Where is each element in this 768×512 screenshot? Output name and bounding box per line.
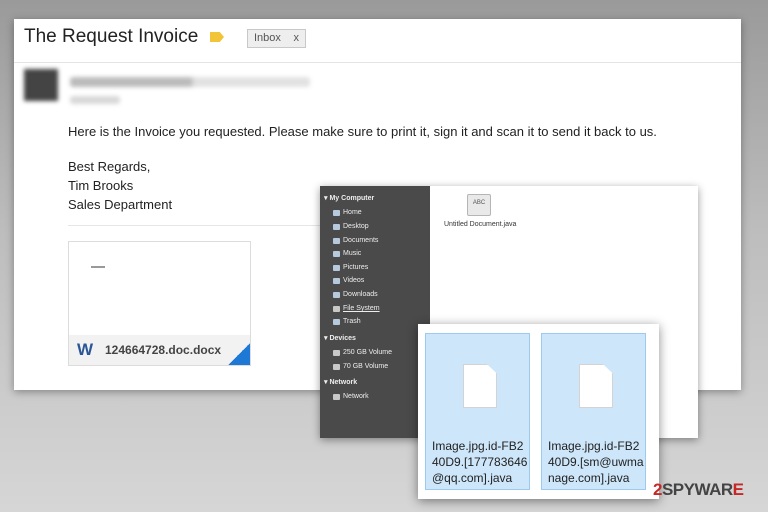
word-document-icon: W [77,340,94,359]
documents-folder-icon [333,237,340,244]
encrypted-file-tile[interactable]: Image.jpg.id-FB240D9.[sm@uwmanage.com].j… [541,333,646,490]
attachment-corner-fold-icon [228,343,250,365]
email-header: The Request Invoice Inbox x [14,19,741,63]
sidebar-item-trash[interactable]: Trash [333,318,361,325]
sender-avatar [24,69,58,101]
sidebar-section-network[interactable]: ▾ Network [324,378,357,386]
trash-icon [333,318,340,325]
file-system-icon [333,305,340,312]
pictures-folder-icon [333,264,340,271]
sidebar-item-desktop[interactable]: Desktop [333,223,369,230]
inbox-label-chip[interactable]: Inbox x [247,29,306,48]
remove-label-close-icon[interactable]: x [294,32,300,44]
email-date-redacted [70,96,120,104]
music-folder-icon [333,250,340,257]
file-label[interactable]: Untitled Document.java [444,221,516,228]
blank-file-icon [463,364,497,408]
label-tag-icon[interactable] [210,32,224,42]
signoff-line: Best Regards, [68,159,151,174]
blank-file-icon [579,364,613,408]
desktop-folder-icon [333,223,340,230]
email-subject: The Request Invoice [24,26,199,47]
sidebar-item-pictures[interactable]: Pictures [333,264,368,271]
inbox-label-text: Inbox [254,32,281,44]
email-body: Here is the Invoice you requested. Pleas… [68,124,657,139]
sidebar-item-file-system[interactable]: File System [333,305,380,312]
sidebar-item-music[interactable]: Music [333,250,361,257]
sidebar-item-70gb-volume[interactable]: 70 GB Volume [333,363,388,370]
sidebar-item-videos[interactable]: Videos [333,277,364,284]
drive-icon [333,349,340,356]
network-icon [333,393,340,400]
encrypted-files-zoom: Image.jpg.id-FB240D9.[177783646@qq.com].… [418,324,659,499]
sidebar-item-home[interactable]: Home [333,209,362,216]
signoff-line: Sales Department [68,197,173,212]
home-folder-icon [333,209,340,216]
watermark-logo: 2SPYWARE [653,480,744,499]
sidebar-section-my-computer[interactable]: ▾ My Computer [324,194,374,202]
java-file-icon[interactable]: ABC [467,194,491,216]
attachment-footer: W 124664728.doc.docx [69,335,250,365]
downloads-folder-icon [333,291,340,298]
email-signoff: Best Regards, Tim Brooks Sales Departmen… [68,157,172,214]
videos-folder-icon [333,277,340,284]
sidebar-section-devices[interactable]: ▾ Devices [324,334,356,342]
file-manager-sidebar: ▾ My Computer Home Desktop Documents Mus… [320,186,430,438]
sidebar-item-downloads[interactable]: Downloads [333,291,378,298]
sidebar-item-documents[interactable]: Documents [333,237,378,244]
attachment-preview [91,266,105,268]
attachment-card[interactable]: W 124664728.doc.docx [68,241,251,366]
drive-icon [333,363,340,370]
sender-name-redacted [70,77,310,87]
signoff-line: Tim Brooks [68,178,134,193]
encrypted-file-name: Image.jpg.id-FB240D9.[177783646@qq.com].… [432,439,528,485]
encrypted-file-name: Image.jpg.id-FB240D9.[sm@uwmanage.com].j… [548,439,644,485]
encrypted-file-tile[interactable]: Image.jpg.id-FB240D9.[177783646@qq.com].… [425,333,530,490]
sidebar-item-250gb-volume[interactable]: 250 GB Volume [333,349,392,356]
sidebar-item-network[interactable]: Network [333,393,369,400]
attachment-filename[interactable]: 124664728.doc.docx [105,343,221,357]
